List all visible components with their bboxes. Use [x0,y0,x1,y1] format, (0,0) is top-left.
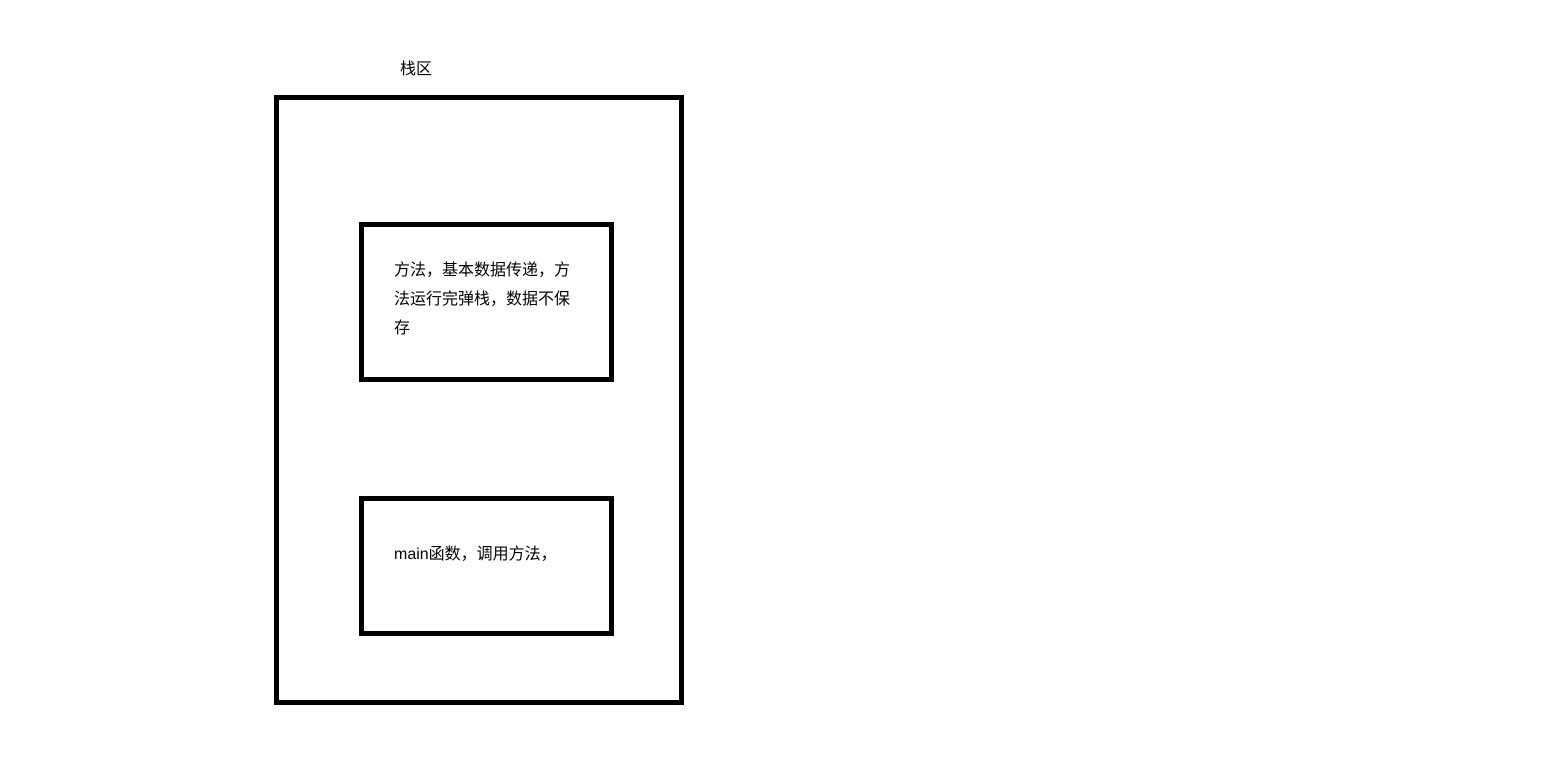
method-frame-text: 方法，基本数据传递，方法运行完弹栈，数据不保存 [394,257,579,343]
stack-area-title: 栈区 [400,55,432,79]
main-stack-frame: main函数，调用方法， [359,496,614,636]
main-frame-text: main函数，调用方法， [394,541,579,570]
method-stack-frame: 方法，基本数据传递，方法运行完弹栈，数据不保存 [359,222,614,382]
stack-container-box: 方法，基本数据传递，方法运行完弹栈，数据不保存 main函数，调用方法， [274,95,684,705]
